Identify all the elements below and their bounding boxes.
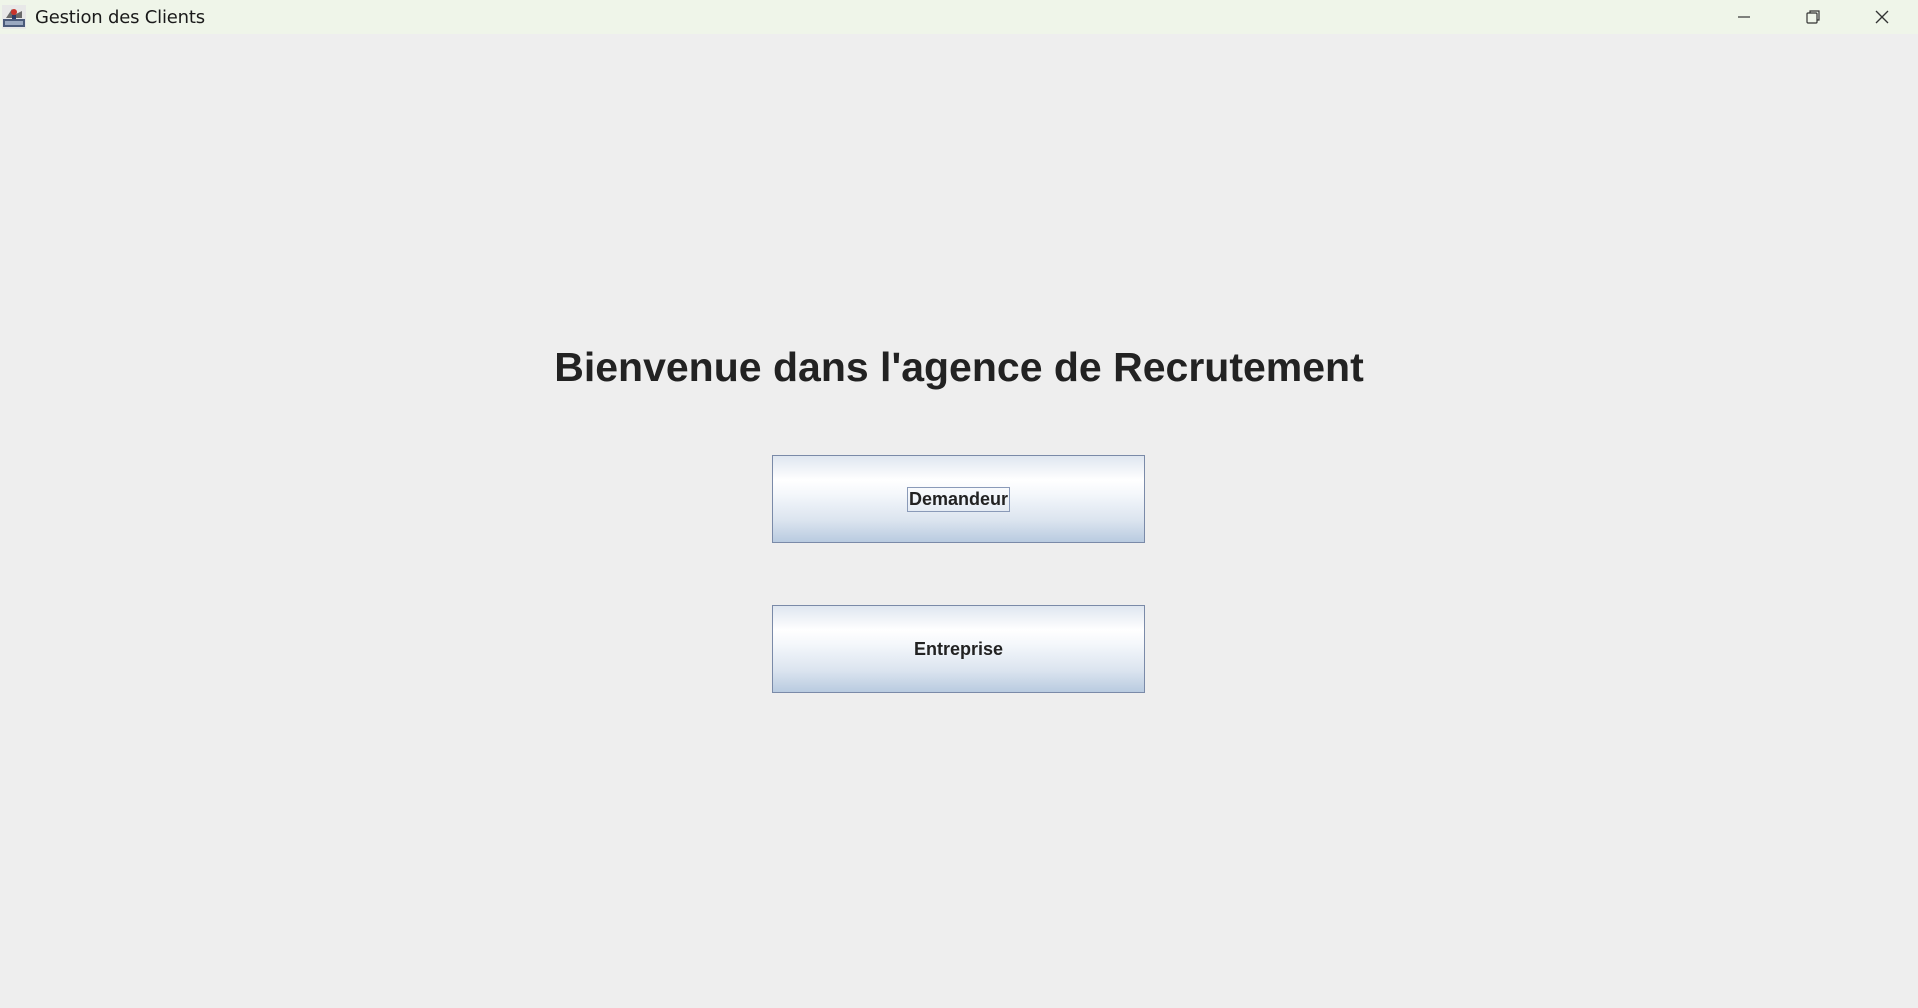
welcome-heading: Bienvenue dans l'agence de Recrutement xyxy=(554,344,1364,390)
close-button[interactable] xyxy=(1848,0,1916,34)
application-window: Gestion des Clients Bienvenue dans l'age… xyxy=(0,0,1918,1008)
title-bar[interactable]: Gestion des Clients xyxy=(0,0,1918,34)
main-panel: Bienvenue dans l'agence de Recrutement D… xyxy=(0,34,1918,1008)
minimize-button[interactable] xyxy=(1710,0,1778,34)
minimize-icon xyxy=(1736,9,1752,25)
entreprise-button-label: Entreprise xyxy=(913,638,1004,659)
window-title: Gestion des Clients xyxy=(35,7,205,28)
maximize-restore-icon xyxy=(1805,9,1821,25)
close-icon xyxy=(1874,9,1890,25)
entreprise-button[interactable]: Entreprise xyxy=(772,605,1145,693)
demandeur-button[interactable]: Demandeur xyxy=(772,455,1145,543)
java-app-icon xyxy=(2,5,26,29)
maximize-button[interactable] xyxy=(1779,0,1847,34)
demandeur-button-label: Demandeur xyxy=(906,486,1011,512)
